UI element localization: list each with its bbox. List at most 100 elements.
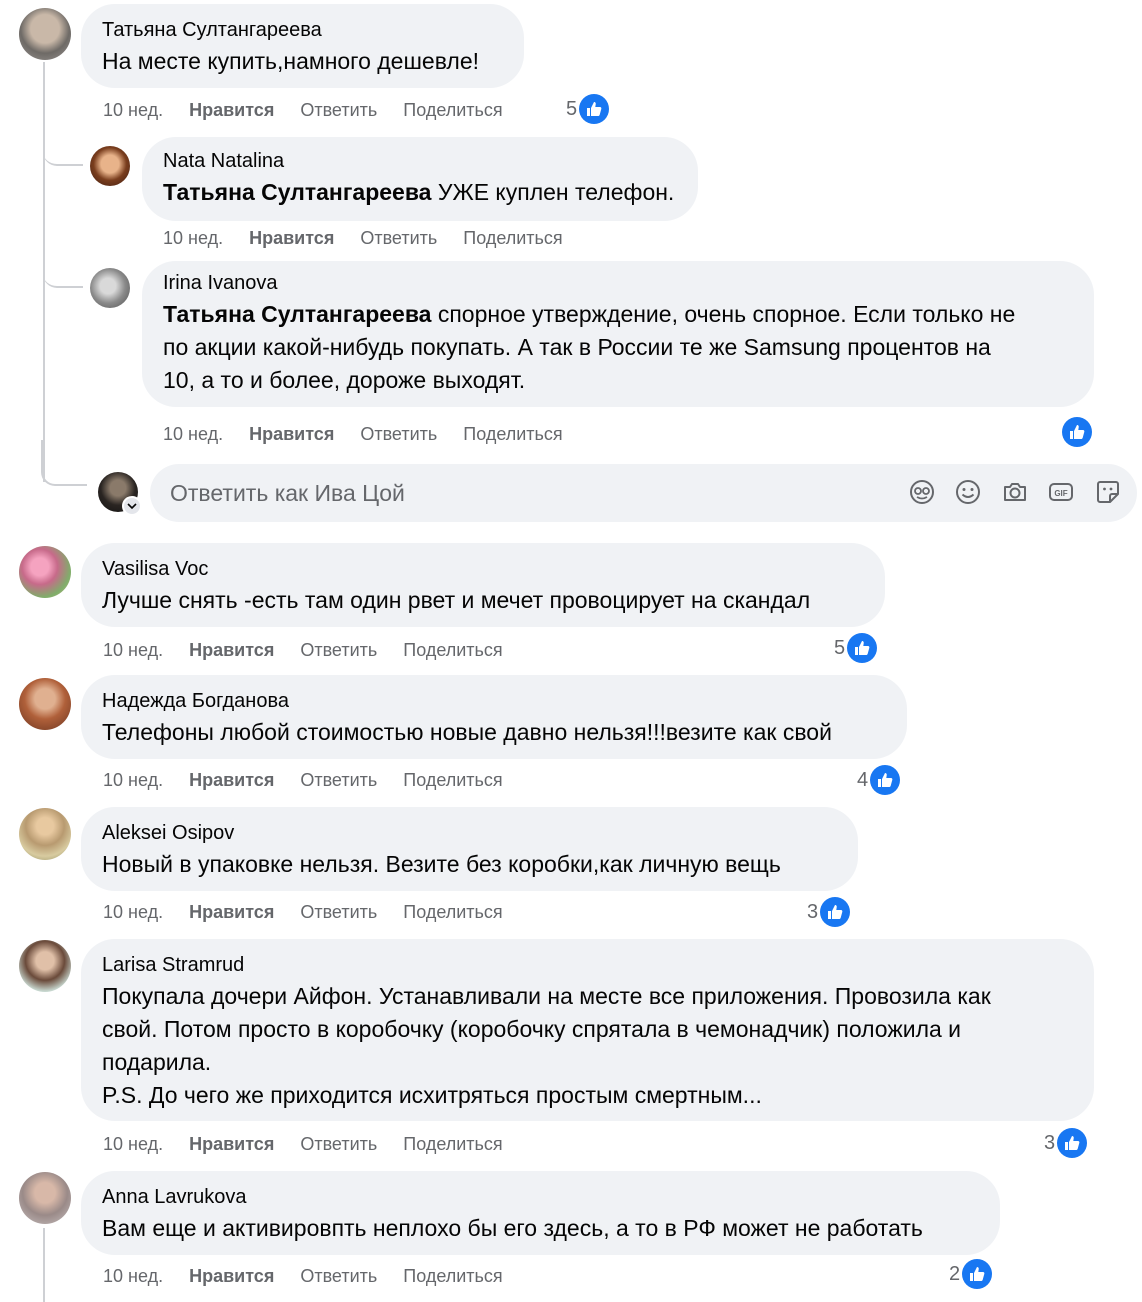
avatar-sticker-icon[interactable] (908, 478, 936, 506)
share-button[interactable]: Поделиться (403, 769, 502, 791)
reply-button[interactable]: Ответить (360, 423, 437, 445)
reply-input-placeholder: Ответить как Ива Цой (170, 480, 405, 506)
like-button[interactable]: Нравится (189, 769, 274, 791)
reaction-count: 2 (949, 1262, 961, 1285)
share-button[interactable]: Поделиться (463, 423, 562, 445)
like-button[interactable]: Нравится (189, 99, 274, 121)
reply-text-line: спорное утверждение, очень спорное. Если… (431, 301, 1016, 327)
mention-link[interactable]: Татьяна Султангареева (163, 301, 431, 327)
like-button[interactable]: Нравится (249, 423, 334, 445)
comment-text-line: P.S. До чего же приходится исхитряться п… (102, 1082, 762, 1108)
comment-text: Новый в упаковке нельзя. Везите без коро… (102, 851, 781, 877)
comment-author[interactable]: Larisa Stramrud (102, 953, 1074, 977)
reply-button[interactable]: Ответить (300, 1265, 377, 1287)
comment-actions: 10 нед. Нравится Ответить Поделиться (103, 769, 529, 791)
reply-button[interactable]: Ответить (300, 901, 377, 923)
comment-text: На месте купить,намного дешевле! (102, 48, 479, 74)
comment-text: Покупала дочери Айфон. Устанавливали на … (102, 980, 1074, 1112)
like-button[interactable]: Нравится (189, 1133, 274, 1155)
comment-author[interactable]: Надежда Богданова (102, 689, 887, 713)
avatar[interactable] (19, 808, 71, 860)
comment-timestamp[interactable]: 10 нед. (103, 769, 163, 791)
avatar[interactable] (19, 1172, 71, 1224)
reaction-summary[interactable] (1060, 417, 1092, 447)
like-button[interactable]: Нравится (189, 639, 274, 661)
reply-button[interactable]: Ответить (300, 769, 377, 791)
thread-line (43, 1228, 45, 1302)
reply-bubble: Irina Ivanova Татьяна Султангареева спор… (142, 261, 1094, 407)
reply-text-line: по акции какой-нибудь покупать. А так в … (163, 334, 991, 360)
reply-timestamp[interactable]: 10 нед. (163, 227, 223, 249)
comment-bubble: Татьяна Султангареева На месте купить,на… (81, 4, 524, 88)
reaction-summary[interactable]: 4 (857, 765, 901, 795)
reply-button[interactable]: Ответить (300, 1133, 377, 1155)
thread-branch (43, 250, 83, 288)
reaction-summary[interactable]: 3 (1044, 1128, 1088, 1158)
thumbs-up-icon (847, 633, 878, 663)
reply-author[interactable]: Irina Ivanova (163, 271, 1074, 295)
reply-timestamp[interactable]: 10 нед. (163, 423, 223, 445)
reaction-count: 4 (857, 768, 869, 791)
reply-text: Татьяна Султангареева спорное утверждени… (163, 298, 1074, 397)
comment-author[interactable]: Татьяна Султангареева (102, 18, 504, 42)
like-button[interactable]: Нравится (189, 901, 274, 923)
gif-icon[interactable]: GIF (1047, 478, 1075, 506)
avatar[interactable] (90, 268, 130, 308)
reply-bubble: Nata Natalina Татьяна Султангареева УЖЕ … (142, 137, 698, 221)
share-button[interactable]: Поделиться (403, 1265, 502, 1287)
comment-actions: 10 нед. Нравится Ответить Поделиться (103, 639, 529, 661)
share-button[interactable]: Поделиться (403, 99, 502, 121)
reply-actions: 10 нед. Нравится Ответить Поделиться (163, 227, 589, 249)
emoji-icon[interactable] (954, 478, 982, 506)
reply-button[interactable]: Ответить (300, 99, 377, 121)
avatar-chevron-icon[interactable] (122, 496, 142, 516)
comment-timestamp[interactable]: 10 нед. (103, 1265, 163, 1287)
reply-input[interactable]: Ответить как Ива Цой GIF (150, 464, 1137, 522)
reaction-count: 5 (834, 636, 846, 659)
reaction-summary[interactable]: 3 (807, 897, 851, 927)
reply-button[interactable]: Ответить (360, 227, 437, 249)
comment-author[interactable]: Anna Lavrukova (102, 1185, 980, 1209)
share-button[interactable]: Поделиться (463, 227, 562, 249)
thumbs-up-icon (962, 1259, 993, 1289)
comment-bubble: Larisa Stramrud Покупала дочери Айфон. У… (81, 939, 1094, 1121)
sticker-icon[interactable] (1094, 478, 1122, 506)
thumbs-up-icon (870, 765, 901, 795)
comment-actions: 10 нед. Нравится Ответить Поделиться (103, 99, 529, 121)
comment-text-line: подарила. (102, 1049, 212, 1075)
reply-text: Татьяна Султангареева УЖЕ куплен телефон… (163, 176, 678, 209)
thumbs-up-icon (1062, 417, 1092, 447)
avatar[interactable] (19, 546, 71, 598)
share-button[interactable]: Поделиться (403, 1133, 502, 1155)
comment-bubble: Aleksei Osipov Новый в упаковке нельзя. … (81, 807, 858, 891)
thread-branch (41, 440, 87, 486)
avatar[interactable] (90, 146, 130, 186)
thumbs-up-icon (1057, 1128, 1088, 1158)
comment-timestamp[interactable]: 10 нед. (103, 639, 163, 661)
comment-timestamp[interactable]: 10 нед. (103, 1133, 163, 1155)
share-button[interactable]: Поделиться (403, 639, 502, 661)
comment-text: Вам еще и активировпть неплохо бы его зд… (102, 1215, 923, 1241)
reaction-count: 3 (807, 900, 819, 923)
reaction-summary[interactable]: 5 (566, 94, 610, 124)
comment-timestamp[interactable]: 10 нед. (103, 99, 163, 121)
comment-bubble: Anna Lavrukova Вам еще и активировпть не… (81, 1171, 1000, 1255)
like-button[interactable]: Нравится (249, 227, 334, 249)
share-button[interactable]: Поделиться (403, 901, 502, 923)
avatar[interactable] (19, 8, 71, 60)
mention-link[interactable]: Татьяна Султангареева (163, 179, 431, 205)
reaction-summary[interactable]: 2 (949, 1259, 993, 1289)
comment-author[interactable]: Vasilisa Voc (102, 557, 865, 581)
avatar[interactable] (19, 940, 71, 992)
reaction-count: 5 (566, 97, 578, 120)
reply-author[interactable]: Nata Natalina (163, 149, 678, 173)
comment-text-line: Покупала дочери Айфон. Устанавливали на … (102, 983, 991, 1009)
reaction-summary[interactable]: 5 (834, 633, 878, 663)
comment-timestamp[interactable]: 10 нед. (103, 901, 163, 923)
comment-author[interactable]: Aleksei Osipov (102, 821, 838, 845)
like-button[interactable]: Нравится (189, 1265, 274, 1287)
camera-icon[interactable] (1001, 478, 1029, 506)
reply-button[interactable]: Ответить (300, 639, 377, 661)
avatar[interactable] (19, 678, 71, 730)
reply-text-body: УЖЕ куплен телефон. (431, 179, 675, 205)
